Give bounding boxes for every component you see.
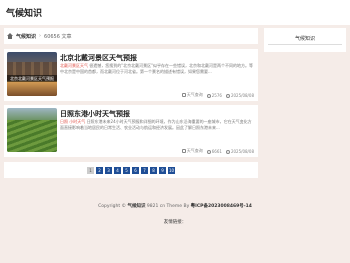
post-thumbnail[interactable]: 北京北戴河景区天气预报 bbox=[7, 52, 57, 96]
category-meta: 天气查询 bbox=[181, 92, 203, 98]
post-tag[interactable]: 北戴河景区天气 bbox=[60, 63, 88, 68]
post-excerpt-text: 日照东港未来24小时天气预报和详细的环境，作为山东沿海重要的一座城市，它在天气变… bbox=[60, 119, 252, 130]
date-meta: 2025/08/08 bbox=[225, 148, 254, 154]
page-button[interactable]: 2 bbox=[96, 166, 103, 174]
date-meta: 2025/08/08 bbox=[225, 92, 254, 98]
breadcrumb-current: 60656 文章 bbox=[44, 33, 72, 40]
breadcrumb-home[interactable]: 气候知识 bbox=[16, 33, 36, 40]
home-icon bbox=[7, 33, 13, 39]
post-views: 6661 bbox=[211, 148, 222, 154]
views-meta: 6661 bbox=[206, 148, 222, 154]
clock-icon bbox=[225, 93, 230, 98]
footer-theme-text: 9821 cn Theme By bbox=[146, 204, 190, 209]
page-button[interactable]: 6 bbox=[132, 166, 139, 174]
post-thumbnail[interactable] bbox=[7, 108, 57, 152]
post-category[interactable]: 天气查询 bbox=[187, 92, 203, 97]
views-meta: 2576 bbox=[206, 92, 222, 98]
breadcrumb-separator: › bbox=[39, 33, 42, 39]
page-button[interactable]: 4 bbox=[114, 166, 121, 174]
heart-icon bbox=[206, 93, 211, 98]
footer-site-link[interactable]: 气候知识 bbox=[127, 204, 145, 209]
sidebar-divider bbox=[268, 44, 342, 45]
category-meta: 天气查询 bbox=[181, 148, 203, 154]
post-views: 2576 bbox=[211, 92, 222, 98]
post-tag[interactable]: 日照 bbox=[60, 119, 68, 124]
thumbnail-caption: 北京北戴河景区天气预报 bbox=[7, 75, 57, 82]
post-title[interactable]: 日照东港小时天气预报 bbox=[60, 109, 130, 119]
page-button[interactable]: 10 bbox=[168, 166, 175, 174]
footer-icp-link[interactable]: 粤ICP备2023008469号-14 bbox=[191, 204, 252, 209]
post-meta: 天气查询 6661 2025/08/08 bbox=[181, 148, 254, 154]
post-meta: 天气查询 2576 2025/08/08 bbox=[181, 92, 254, 98]
sidebar-title: 气候知识 bbox=[294, 36, 315, 42]
post-excerpt: 日照 小时天气 日照东港未来24小时天气预报和详细的环境，作为山东沿海重要的一座… bbox=[60, 119, 254, 134]
footer-copyright: Copyright © 气候知识 9821 cn Theme By 粤ICP备2… bbox=[0, 203, 350, 209]
copyright-prefix: Copyright © bbox=[98, 204, 127, 209]
post-date: 2025/08/08 bbox=[230, 148, 254, 154]
page-button[interactable]: 9 bbox=[159, 166, 166, 174]
post-excerpt: 北戴河景区天气 很遗憾，您搜到的"北京北戴河景区"似乎存在一些错误，北京和北戴河… bbox=[60, 63, 254, 78]
sidebar-widget: 气候知识 bbox=[264, 28, 346, 52]
page-button[interactable]: 3 bbox=[105, 166, 112, 174]
folder-icon bbox=[181, 93, 186, 97]
friend-links: 友情链接： bbox=[163, 220, 187, 225]
site-header: 气候知识 bbox=[0, 0, 350, 25]
folder-icon bbox=[181, 149, 186, 153]
breadcrumb: 气候知识 › 60656 文章 bbox=[4, 28, 258, 44]
main-content: 气候知识 › 60656 文章 北京北戴河景区天气预报 北京北戴河景区天气预报 … bbox=[4, 28, 258, 185]
page-button[interactable]: 7 bbox=[141, 166, 148, 174]
page-button[interactable]: 8 bbox=[150, 166, 157, 174]
heart-icon bbox=[206, 149, 211, 154]
post-card: 日照东港小时天气预报 日照 小时天气 日照东港未来24小时天气预报和详细的环境，… bbox=[4, 105, 258, 157]
post-tag[interactable]: 小时天气 bbox=[69, 119, 85, 124]
clock-icon bbox=[225, 149, 230, 154]
pagination: 1 2 3 4 5 6 7 8 9 10 bbox=[4, 162, 258, 178]
page-button[interactable]: 5 bbox=[123, 166, 130, 174]
site-title[interactable]: 气候知识 bbox=[6, 6, 42, 19]
post-card: 北京北戴河景区天气预报 北京北戴河景区天气预报 北戴河景区天气 很遗憾，您搜到的… bbox=[4, 49, 258, 101]
post-category[interactable]: 天气查询 bbox=[187, 148, 203, 153]
post-date: 2025/08/08 bbox=[230, 92, 254, 98]
post-excerpt-text: 很遗憾，您搜到的"北京北戴河景区"似乎存在一些错误，北京和北戴河是两个不同的地方… bbox=[60, 63, 253, 74]
post-title[interactable]: 北京北戴河景区天气预报 bbox=[60, 53, 137, 63]
page-button[interactable]: 1 bbox=[87, 166, 94, 174]
